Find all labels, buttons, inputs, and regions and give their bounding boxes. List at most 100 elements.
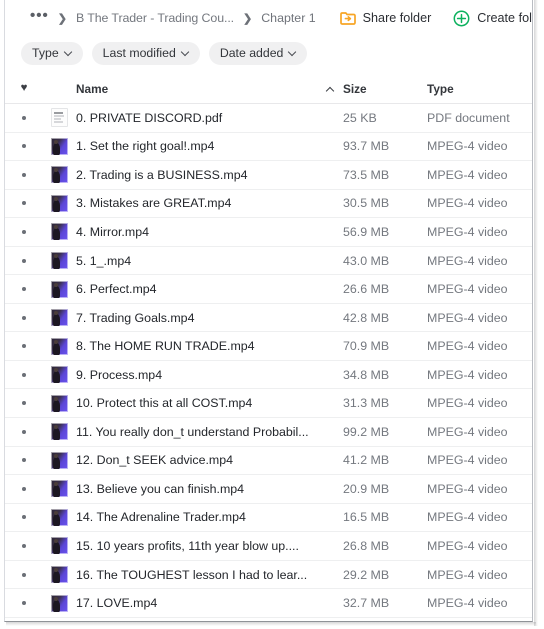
table-row[interactable]: 5. 1_.mp4 43.0 MB MPEG-4 video <box>5 247 532 276</box>
favorite-dot-icon <box>22 401 26 406</box>
file-table: ♥ Name Size Type 0. PRIVATE DISCORD.pdf 2… <box>5 74 532 618</box>
table-row[interactable]: 13. Believe you can finish.mp4 20.9 MB MPE… <box>5 475 532 504</box>
row-file-name[interactable]: 17. LOVE.mp4 <box>76 596 317 610</box>
table-row[interactable]: 2. Trading is a BUSINESS.mp4 73.5 MB MPEG-… <box>5 161 532 190</box>
row-file-size: 20.9 MB <box>343 481 390 496</box>
filter-chip-date-added[interactable]: Date added <box>208 41 308 65</box>
row-file-name-text: 6. Perfect.mp4 <box>76 282 157 297</box>
column-header-name[interactable]: Name <box>76 82 317 96</box>
row-file-name[interactable]: 7. Trading Goals.mp4 <box>76 311 317 325</box>
table-row[interactable]: 8. The HOME RUN TRADE.mp4 70.9 MB MPEG-4 v… <box>5 332 532 361</box>
row-file-icon <box>43 508 76 526</box>
row-favorite-toggle[interactable] <box>5 344 43 349</box>
row-favorite-toggle[interactable] <box>5 486 43 491</box>
row-favorite-toggle[interactable] <box>5 601 43 606</box>
row-file-icon <box>43 252 76 269</box>
row-file-name[interactable]: 1. Set the right goal!.mp4 <box>76 139 317 153</box>
row-favorite-toggle[interactable] <box>5 543 43 548</box>
row-favorite-toggle[interactable] <box>5 458 43 463</box>
breadcrumb-overflow-button[interactable]: ••• <box>30 8 49 23</box>
row-file-name[interactable]: 2. Trading is a BUSINESS.mp4 <box>76 168 317 182</box>
row-file-name[interactable]: 8. The HOME RUN TRADE.mp4 <box>76 339 317 353</box>
create-folder-button[interactable]: Create fol <box>453 10 532 27</box>
column-header-size[interactable]: Size <box>343 82 427 96</box>
table-row[interactable]: 14. The Adrenaline Trader.mp4 16.5 MB MPEG… <box>5 504 532 533</box>
row-favorite-toggle[interactable] <box>5 229 43 234</box>
row-favorite-toggle[interactable] <box>5 429 43 434</box>
row-file-name[interactable]: 16. The TOUGHEST lesson I had to lear... <box>76 568 317 582</box>
table-row[interactable]: 0. PRIVATE DISCORD.pdf 25 KB PDF document <box>5 104 532 133</box>
row-file-name[interactable]: 12. Don_t SEEK advice.mp4 <box>76 453 317 467</box>
row-file-name[interactable]: 14. The Adrenaline Trader.mp4 <box>76 510 317 524</box>
row-file-size: 30.5 MB <box>343 196 390 211</box>
pdf-file-icon <box>51 108 68 128</box>
table-row[interactable]: 6. Perfect.mp4 26.6 MB MPEG-4 video <box>5 275 532 304</box>
row-file-name[interactable]: 4. Mirror.mp4 <box>76 225 317 239</box>
row-file-name[interactable]: 15. 10 years profits, 11th year blow up.… <box>76 539 317 553</box>
video-thumbnail-icon <box>51 252 68 269</box>
table-row[interactable]: 4. Mirror.mp4 56.9 MB MPEG-4 video <box>5 218 532 247</box>
row-favorite-toggle[interactable] <box>5 287 43 292</box>
filter-chip-type-label: Type <box>32 46 59 60</box>
row-file-name[interactable]: 6. Perfect.mp4 <box>76 282 317 296</box>
row-file-name[interactable]: 0. PRIVATE DISCORD.pdf <box>76 111 317 125</box>
table-row[interactable]: 11. You really don_t understand Probabil… <box>5 418 532 447</box>
row-file-size: 93.7 MB <box>343 139 390 154</box>
filter-chip-last-modified[interactable]: Last modified <box>91 41 200 65</box>
favorite-dot-icon <box>22 144 26 149</box>
column-sort-indicator[interactable] <box>317 86 343 92</box>
row-file-name[interactable]: 3. Mistakes are GREAT.mp4 <box>76 196 317 210</box>
row-file-name[interactable]: 11. You really don_t understand Probabil… <box>76 425 317 439</box>
video-thumbnail-icon <box>51 594 68 612</box>
video-thumbnail-icon <box>51 337 68 355</box>
table-row[interactable]: 12. Don_t SEEK advice.mp4 41.2 MB MPEG-4 v… <box>5 447 532 476</box>
row-file-icon <box>43 166 76 184</box>
filter-chip-type[interactable]: Type <box>21 41 83 65</box>
breadcrumb-parent-link[interactable]: B The Trader - Trading Cou... <box>76 11 234 25</box>
row-favorite-toggle[interactable] <box>5 144 43 149</box>
row-favorite-toggle[interactable] <box>5 315 43 320</box>
share-folder-label: Share folder <box>362 11 432 25</box>
row-file-name[interactable]: 10. Protect this at all COST.mp4 <box>76 396 317 410</box>
table-row[interactable]: 17. LOVE.mp4 32.7 MB MPEG-4 video <box>5 589 532 618</box>
breadcrumb-separator-icon: ❯ <box>57 12 67 25</box>
row-favorite-toggle[interactable] <box>5 515 43 520</box>
row-file-name[interactable]: 9. Process.mp4 <box>76 368 317 382</box>
row-file-name[interactable]: 13. Believe you can finish.mp4 <box>76 482 317 496</box>
row-file-size: 41.2 MB <box>343 453 390 468</box>
row-file-icon <box>43 108 76 128</box>
row-file-type: MPEG-4 video <box>427 481 508 496</box>
row-file-type: MPEG-4 video <box>427 196 508 211</box>
column-header-type[interactable]: Type <box>427 82 532 96</box>
breadcrumb-separator-icon: ❯ <box>243 12 253 25</box>
table-row[interactable]: 15. 10 years profits, 11th year blow up.… <box>5 532 532 561</box>
row-file-name-text: 0. PRIVATE DISCORD.pdf <box>76 110 223 125</box>
share-folder-button[interactable]: Share folder <box>339 11 432 26</box>
row-file-name-text: 11. You really don_t understand Probabil… <box>76 424 309 439</box>
row-favorite-toggle[interactable] <box>5 372 43 377</box>
table-row[interactable]: 1. Set the right goal!.mp4 93.7 MB MPEG-4 … <box>5 133 532 162</box>
row-favorite-toggle[interactable] <box>5 572 43 577</box>
favorite-dot-icon <box>22 172 26 177</box>
row-file-type: MPEG-4 video <box>427 139 508 154</box>
row-favorite-toggle[interactable] <box>5 401 43 406</box>
row-favorite-toggle[interactable] <box>5 172 43 177</box>
row-favorite-toggle[interactable] <box>5 201 43 206</box>
table-row[interactable]: 16. The TOUGHEST lesson I had to lear...… <box>5 561 532 590</box>
chevron-down-icon <box>182 48 189 55</box>
column-header-favorite[interactable]: ♥ <box>5 82 43 95</box>
row-file-size: 73.5 MB <box>343 167 390 182</box>
favorite-dot-icon <box>22 572 26 577</box>
favorite-dot-icon <box>22 315 26 320</box>
breadcrumb-current-folder[interactable]: Chapter 1 <box>261 11 315 25</box>
row-file-icon <box>43 337 76 355</box>
row-file-name[interactable]: 5. 1_.mp4 <box>76 254 317 268</box>
row-favorite-toggle[interactable] <box>5 115 43 120</box>
table-row[interactable]: 7. Trading Goals.mp4 42.8 MB MPEG-4 video <box>5 304 532 333</box>
table-row[interactable]: 9. Process.mp4 34.8 MB MPEG-4 video <box>5 361 532 390</box>
row-file-name-text: 7. Trading Goals.mp4 <box>76 310 195 325</box>
table-row[interactable]: 10. Protect this at all COST.mp4 31.3 MB M… <box>5 389 532 419</box>
table-row[interactable]: 3. Mistakes are GREAT.mp4 30.5 MB MPEG-4 v… <box>5 190 532 219</box>
video-thumbnail-icon <box>51 194 68 212</box>
row-favorite-toggle[interactable] <box>5 258 43 263</box>
